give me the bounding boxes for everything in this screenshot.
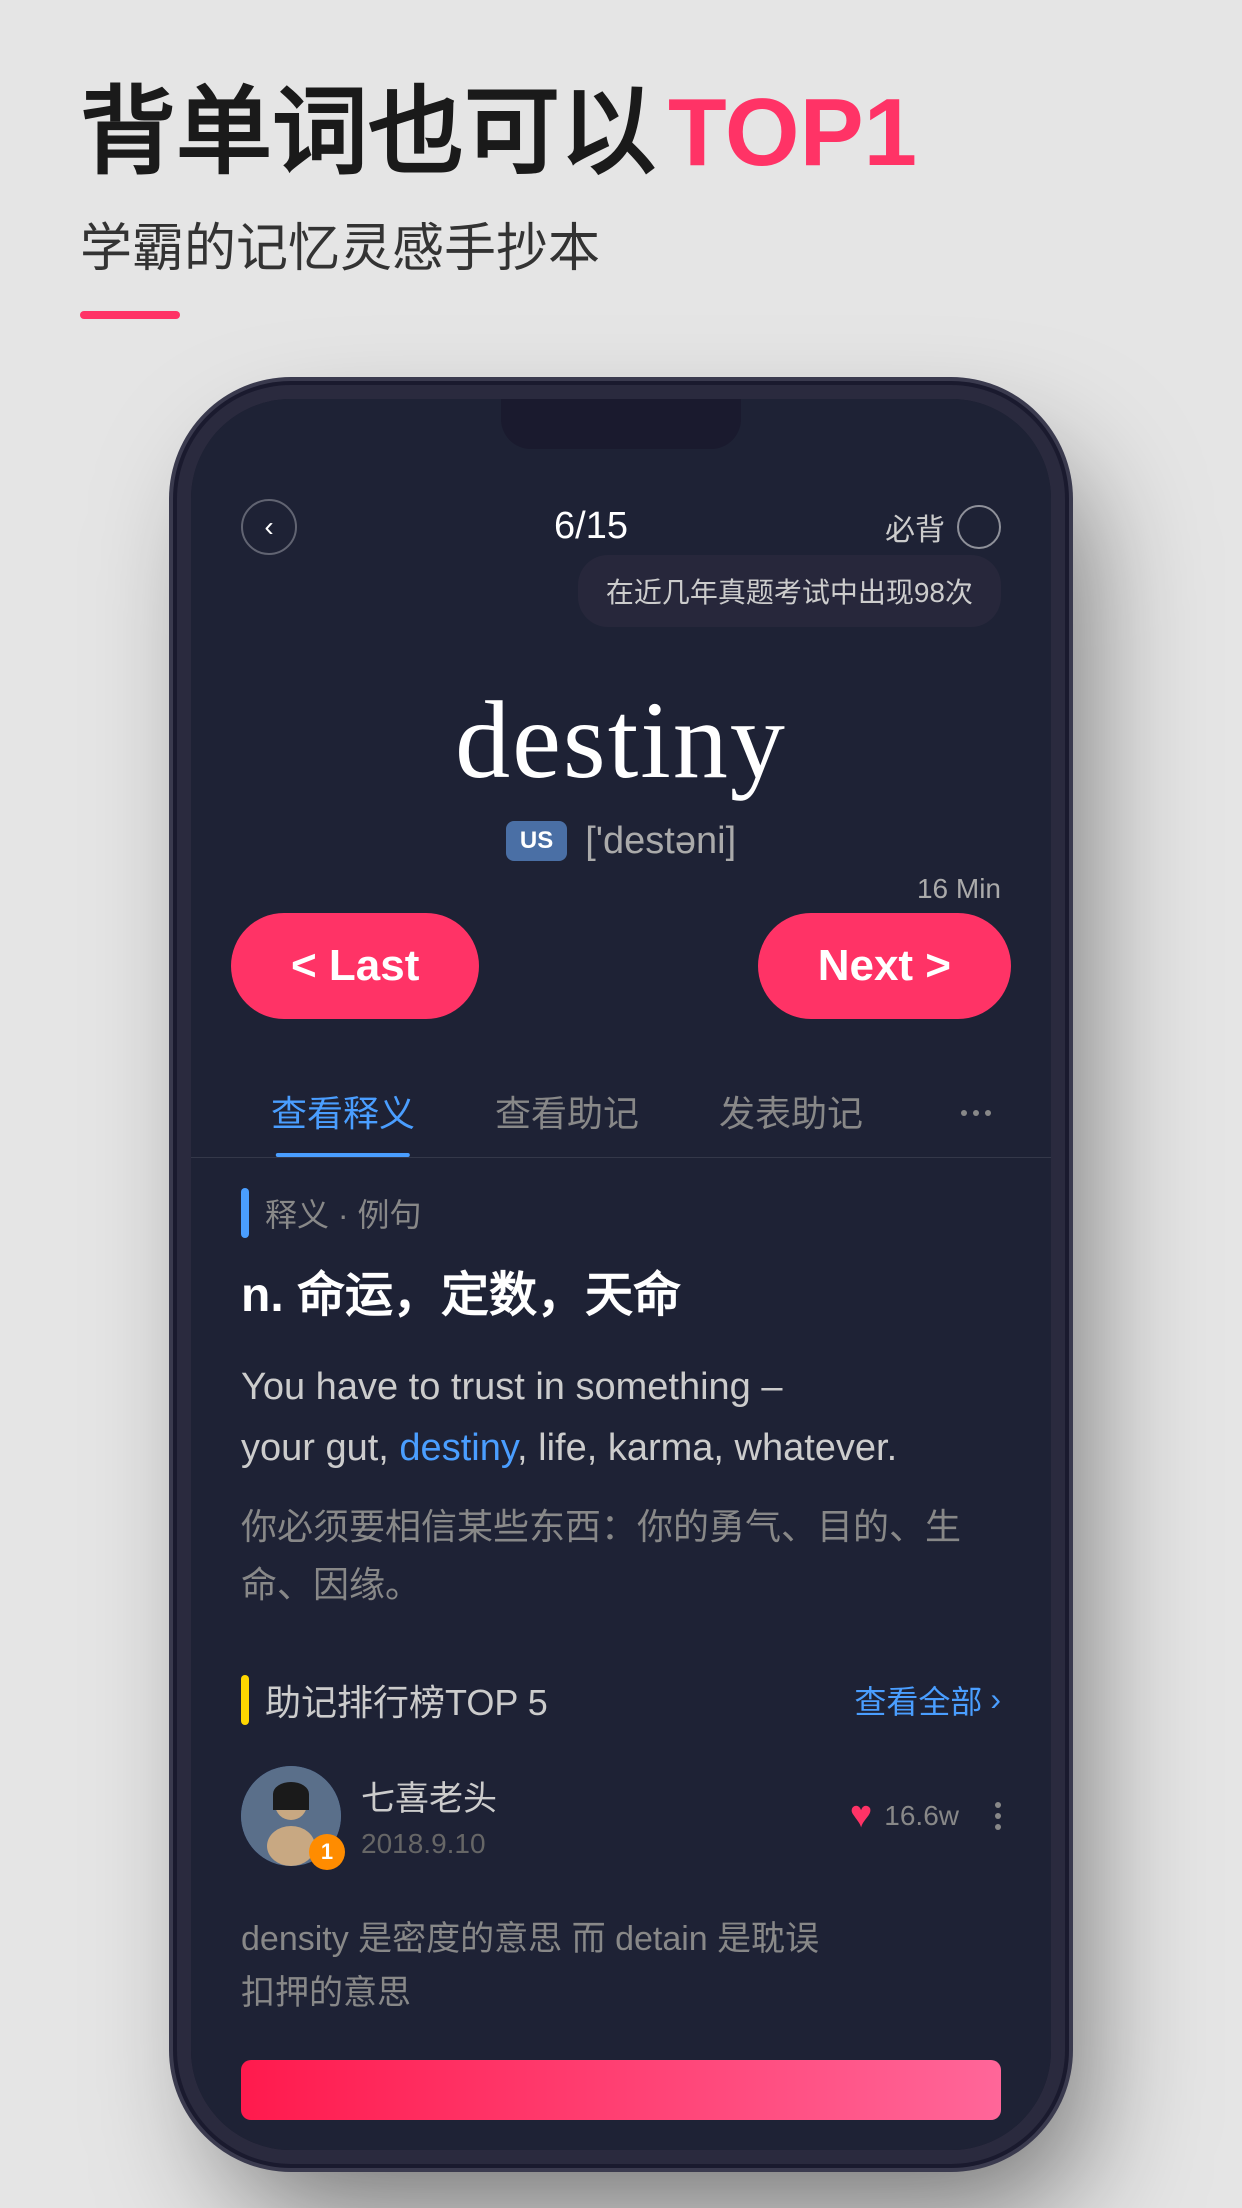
tab-post-mnemonic[interactable]: 发表助记 — [679, 1069, 903, 1157]
must-memorize-label: 必背 — [885, 505, 945, 549]
phonetic-row: US ['destəni] — [241, 820, 1001, 863]
word-area: destiny US ['destəni] — [191, 627, 1051, 883]
username: 七喜老头 — [361, 1771, 830, 1820]
ranking-title: 助记排行榜TOP 5 — [265, 1674, 548, 1726]
likes-area: ♥ 16.6w — [850, 1794, 959, 1837]
phone-notch — [191, 399, 1051, 479]
main-title: 背单词也可以 TOP1 — [80, 80, 1162, 186]
likes-count: 16.6w — [884, 1800, 959, 1832]
ranking-label-row: 助记排行榜TOP 5 — [241, 1674, 548, 1726]
ranking-section: 助记排行榜TOP 5 查看全部 › — [191, 1674, 1051, 1912]
section-bar-yellow — [241, 1675, 249, 1725]
screen-header: ‹ 6/15 必背 — [191, 479, 1051, 565]
dot2 — [973, 1110, 979, 1116]
rank-badge: 1 — [309, 1834, 345, 1870]
user-date: 2018.9.10 — [361, 1828, 830, 1860]
tab-more[interactable] — [941, 1094, 1011, 1132]
must-memorize-area: 必背 — [885, 505, 1001, 549]
title-highlight: TOP1 — [668, 80, 917, 186]
example-english: You have to trust in something –your gut… — [241, 1357, 1001, 1479]
tab-definition[interactable]: 查看释义 — [231, 1069, 455, 1157]
title-part1: 背单词也可以 — [80, 80, 656, 186]
view-all-button[interactable]: 查看全部 › — [854, 1677, 1001, 1723]
definition-text: n. 命运，定数，天命 — [241, 1262, 1001, 1329]
dot1 — [961, 1110, 967, 1116]
tooltip-area: 在近几年真题考试中出现98次 — [191, 555, 1051, 627]
bottom-accent — [241, 2060, 1001, 2120]
user-info: 七喜老头 2018.9.10 — [361, 1771, 830, 1860]
ranking-header: 助记排行榜TOP 5 查看全部 › — [241, 1674, 1001, 1726]
accent-line — [80, 311, 180, 319]
top-banner: 背单词也可以 TOP1 学霸的记忆灵感手抄本 — [0, 0, 1242, 359]
notch-cutout — [501, 399, 741, 449]
heart-icon[interactable]: ♥ — [850, 1794, 873, 1837]
section-label: 释义 · 例句 — [241, 1188, 1001, 1238]
tab-mnemonic[interactable]: 查看助记 — [455, 1069, 679, 1157]
dot3 — [985, 1110, 991, 1116]
avatar-container: 1 — [241, 1766, 341, 1866]
phone-screen: ‹ 6/15 必背 在近几年真题考试中出现98次 destiny US — [191, 399, 1051, 2151]
more-dot1 — [995, 1802, 1001, 1808]
progress-indicator: 6/15 — [554, 505, 628, 548]
ranking-item: 1 七喜老头 2018.9.10 ♥ 16.6w — [241, 1750, 1001, 1882]
back-button[interactable]: ‹ — [241, 499, 297, 555]
phone-outer: ‹ 6/15 必背 在近几年真题考试中出现98次 destiny US — [191, 399, 1051, 2151]
more-options[interactable] — [995, 1802, 1001, 1830]
section-title: 释义 · 例句 — [265, 1190, 421, 1236]
memo-preview: density 是密度的意思 而 detain 是耽误扣押的意思 — [191, 1912, 1051, 2061]
definition-area: 释义 · 例句 n. 命运，定数，天命 You have to trust in… — [191, 1158, 1051, 1674]
last-button[interactable]: < Last — [231, 913, 479, 1019]
circle-toggle[interactable] — [957, 505, 1001, 549]
section-bar-blue — [241, 1188, 249, 1238]
phonetic-text: ['destəni] — [585, 820, 736, 863]
nav-buttons: 16 Min < Last Next > — [191, 883, 1051, 1049]
word-highlight-destiny: destiny — [399, 1427, 517, 1469]
time-label: 16 Min — [917, 873, 1001, 905]
subtitle: 学霸的记忆灵感手抄本 — [80, 206, 1162, 281]
more-dot3 — [995, 1824, 1001, 1830]
more-dot2 — [995, 1813, 1001, 1819]
tab-bar: 查看释义 查看助记 发表助记 — [191, 1049, 1051, 1158]
phone-container: ‹ 6/15 必背 在近几年真题考试中出现98次 destiny US — [0, 399, 1242, 2151]
example-chinese: 你必须要相信某些东西：你的勇气、目的、生命、因缘。 — [241, 1498, 1001, 1613]
tooltip-bubble: 在近几年真题考试中出现98次 — [578, 555, 1001, 627]
word-display: destiny — [241, 677, 1001, 804]
chevron-right-icon: › — [990, 1681, 1001, 1718]
us-badge: US — [506, 821, 567, 861]
page-background: 背单词也可以 TOP1 学霸的记忆灵感手抄本 ‹ 6/15 必背 — [0, 0, 1242, 2208]
next-button[interactable]: Next > — [758, 913, 1011, 1019]
